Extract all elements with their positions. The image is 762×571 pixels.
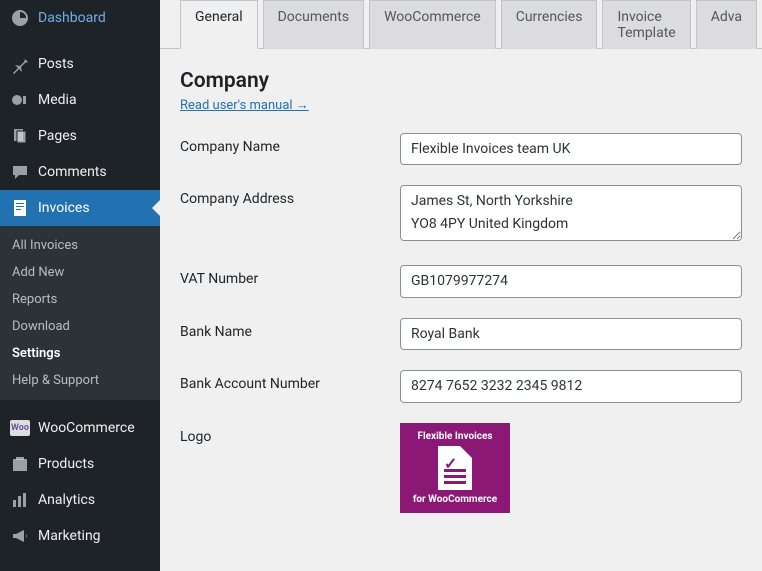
row-company-name: Company Name xyxy=(180,133,742,165)
woo-icon: Woo xyxy=(10,418,30,438)
sub-item-help-support[interactable]: Help & Support xyxy=(0,367,160,394)
row-vat-number: VAT Number xyxy=(180,265,742,297)
dashboard-icon xyxy=(10,8,30,28)
menu-label: Dashboard xyxy=(38,10,106,26)
sub-item-all-invoices[interactable]: All Invoices xyxy=(0,232,160,259)
tab-woocommerce[interactable]: WooCommerce xyxy=(369,0,496,49)
tab-general[interactable]: General xyxy=(180,0,258,49)
manual-link[interactable]: Read user's manual → xyxy=(180,97,309,113)
menu-label: Comments xyxy=(38,164,107,180)
section-title: Company xyxy=(180,69,742,93)
label-bank-account: Bank Account Number xyxy=(180,370,400,392)
menu-item-posts[interactable]: Posts xyxy=(0,46,160,82)
tab-documents[interactable]: Documents xyxy=(263,0,364,49)
menu-label: Posts xyxy=(38,56,74,72)
media-icon xyxy=(10,90,30,110)
input-vat-number[interactable] xyxy=(400,265,742,297)
analytics-icon xyxy=(10,490,30,510)
logo-text-bottom: for WooCommerce xyxy=(413,494,497,505)
menu-item-pages[interactable]: Pages xyxy=(0,118,160,154)
menu-item-analytics[interactable]: Analytics xyxy=(0,482,160,518)
pin-icon xyxy=(10,54,30,74)
input-bank-account[interactable] xyxy=(400,370,742,402)
admin-sidebar: Dashboard Posts Media Pages Comments Inv… xyxy=(0,0,160,571)
menu-label: Invoices xyxy=(38,200,90,216)
main-content: General Documents WooCommerce Currencies… xyxy=(160,0,762,571)
textarea-company-address[interactable]: James St, North Yorkshire YO8 4PY United… xyxy=(400,185,742,241)
row-bank-account: Bank Account Number xyxy=(180,370,742,402)
logo-text-top: Flexible Invoices xyxy=(418,431,493,442)
pages-icon xyxy=(10,126,30,146)
label-vat-number: VAT Number xyxy=(180,265,400,287)
menu-item-marketing[interactable]: Marketing xyxy=(0,518,160,554)
row-bank-name: Bank Name xyxy=(180,318,742,350)
tab-invoice-template[interactable]: Invoice Template xyxy=(602,0,690,49)
menu-label: WooCommerce xyxy=(38,420,135,436)
row-logo: Logo Flexible Invoices ✓ for WooCommerce xyxy=(180,423,742,513)
label-company-address: Company Address xyxy=(180,185,400,207)
input-bank-name[interactable] xyxy=(400,318,742,350)
menu-item-invoices[interactable]: Invoices xyxy=(0,190,160,226)
document-check-icon: ✓ xyxy=(438,446,472,490)
menu-label: Marketing xyxy=(38,528,101,544)
logo-preview[interactable]: Flexible Invoices ✓ for WooCommerce xyxy=(400,423,510,513)
menu-item-comments[interactable]: Comments xyxy=(0,154,160,190)
menu-item-media[interactable]: Media xyxy=(0,82,160,118)
tab-currencies[interactable]: Currencies xyxy=(501,0,598,49)
comments-icon xyxy=(10,162,30,182)
marketing-icon xyxy=(10,526,30,546)
sub-item-add-new[interactable]: Add New xyxy=(0,259,160,286)
products-icon xyxy=(10,454,30,474)
tab-advanced[interactable]: Adva xyxy=(696,0,757,49)
invoices-icon xyxy=(10,198,30,218)
sub-item-reports[interactable]: Reports xyxy=(0,286,160,313)
label-company-name: Company Name xyxy=(180,133,400,155)
sub-item-download[interactable]: Download xyxy=(0,313,160,340)
sub-item-settings[interactable]: Settings xyxy=(0,340,160,367)
submenu-invoices: All Invoices Add New Reports Download Se… xyxy=(0,226,160,400)
menu-item-woocommerce[interactable]: Woo WooCommerce xyxy=(0,410,160,446)
settings-tabs: General Documents WooCommerce Currencies… xyxy=(160,0,762,49)
label-bank-name: Bank Name xyxy=(180,318,400,340)
menu-item-dashboard[interactable]: Dashboard xyxy=(0,0,160,36)
row-company-address: Company Address James St, North Yorkshir… xyxy=(180,185,742,245)
menu-label: Products xyxy=(38,456,94,472)
input-company-name[interactable] xyxy=(400,133,742,165)
menu-label: Media xyxy=(38,92,77,108)
label-logo: Logo xyxy=(180,423,400,445)
menu-label: Pages xyxy=(38,128,77,144)
menu-item-products[interactable]: Products xyxy=(0,446,160,482)
menu-label: Analytics xyxy=(38,492,95,508)
